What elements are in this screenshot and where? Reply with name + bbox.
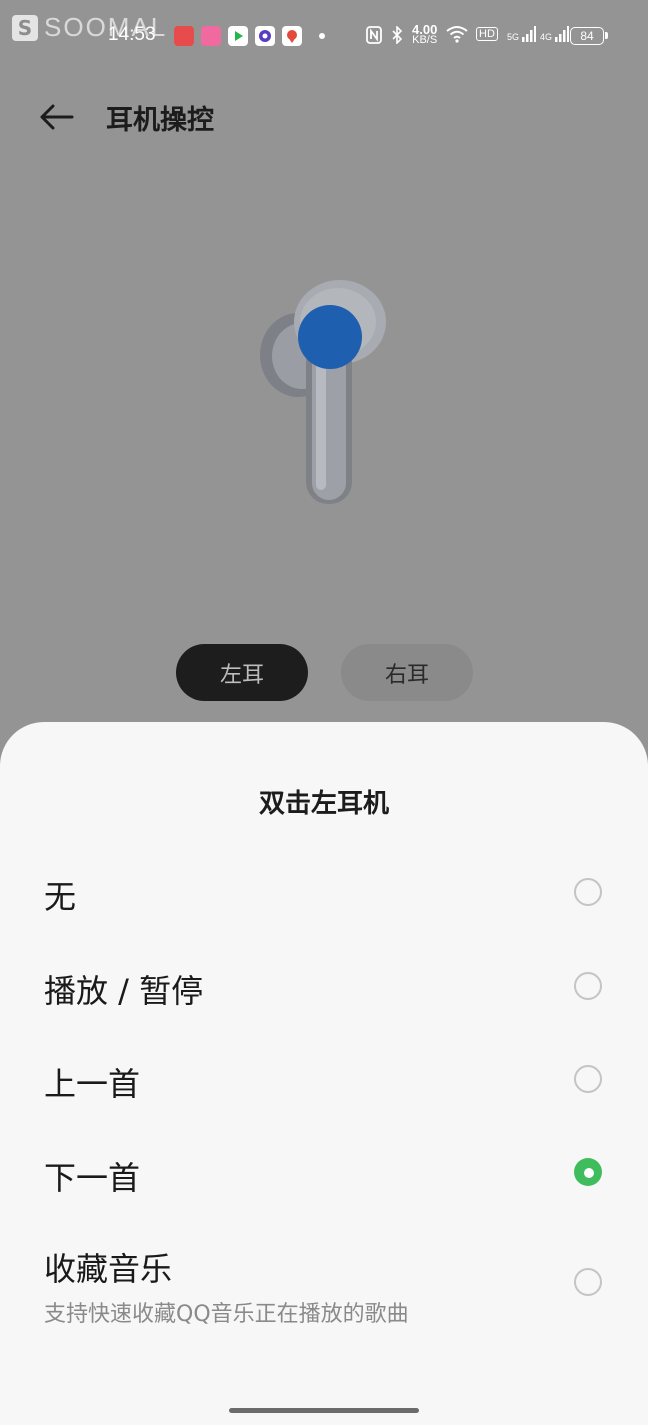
watermark-logo: S [12,14,38,41]
nfc-icon [366,26,382,48]
option-previous-track[interactable]: 上一首 [0,1033,648,1125]
battery-tip [605,32,608,39]
option-label: 无 [44,878,77,916]
option-description: 支持快速收藏QQ音乐正在播放的歌曲 [44,1302,409,1327]
option-label: 下一首 [44,1159,141,1197]
radio-button[interactable] [574,972,602,1000]
radio-button-selected[interactable] [574,1158,602,1186]
toutiao-app-icon [174,26,194,46]
radio-button[interactable] [574,1065,602,1093]
video-app-icon [228,26,248,46]
option-next-track[interactable]: 下一首 [0,1126,648,1218]
back-arrow-icon [40,104,74,130]
sheet-title: 双击左耳机 [258,789,389,819]
signal-5g-label: 5G [507,32,520,42]
bluetooth-icon [391,25,403,48]
earbud-illustration [250,270,410,520]
earbud-touch-area [298,305,362,369]
network-speed: 4.00 KB/S [412,23,438,46]
status-time: 14:53 [108,24,156,45]
back-button[interactable] [36,98,80,136]
option-favorite-music[interactable]: 收藏音乐 支持快速收藏QQ音乐正在播放的歌曲 [0,1226,648,1336]
home-indicator[interactable] [229,1408,419,1413]
hd-voice-badge: HD [476,27,498,41]
radio-button[interactable] [574,878,602,906]
tab-right-ear[interactable]: 右耳 [341,644,473,701]
option-label: 收藏音乐 [44,1250,173,1288]
option-none[interactable]: 无 [0,846,648,938]
option-label: 播放 / 暂停 [44,972,204,1010]
camera-app-icon [255,26,275,46]
option-play-pause[interactable]: 播放 / 暂停 [0,940,648,1032]
wifi-icon [446,25,468,47]
radio-button[interactable] [574,1268,602,1296]
notification-dot [319,33,325,39]
signal-4g: 4G [540,26,569,42]
map-app-icon [282,26,302,46]
page-title: 耳机操控 [106,105,214,136]
signal-4g-label: 4G [540,32,553,42]
battery-indicator: 84 [570,27,604,45]
tab-left-ear[interactable]: 左耳 [176,644,308,701]
network-speed-unit: KB/S [412,34,438,46]
bilibili-app-icon [201,26,221,46]
signal-5g: 5G [507,26,536,42]
option-label: 上一首 [44,1065,141,1103]
